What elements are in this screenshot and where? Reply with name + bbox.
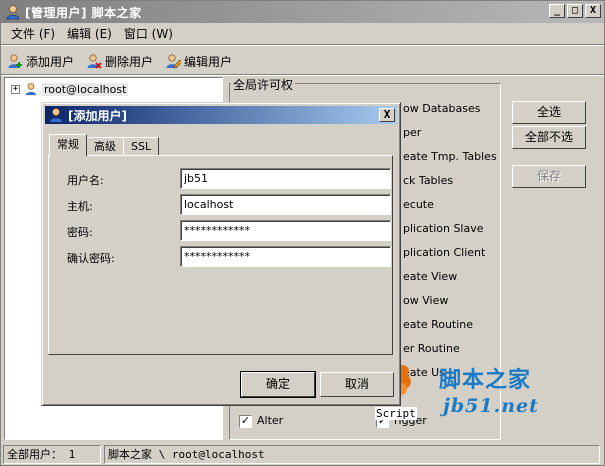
username-field[interactable] <box>180 168 391 189</box>
menu-bar: 文件 (F) 编辑 (E) 窗口 (W) <box>1 23 604 43</box>
privilege-item[interactable]: per <box>403 126 421 139</box>
user-icon <box>50 108 62 122</box>
privilege-item[interactable]: ck Tables <box>403 174 453 187</box>
status-path: 脚本之家 \ root@localhost <box>104 445 600 464</box>
user-icon <box>6 5 20 20</box>
ok-button[interactable]: 确定 <box>240 371 316 398</box>
dialog-title-bar[interactable]: [添加用户] X <box>45 106 397 124</box>
user-icon <box>25 82 37 96</box>
tree-item-root[interactable]: + root@localhost <box>11 82 129 96</box>
cancel-button[interactable]: 取消 <box>320 372 394 397</box>
privilege-item[interactable]: eate Routine <box>403 318 473 331</box>
tab-advanced[interactable]: 高级 <box>86 137 124 156</box>
toolbar: 添加用户 删除用户 编辑用户 <box>1 47 604 75</box>
confirm-password-field[interactable] <box>180 246 391 267</box>
select-all-button[interactable]: 全选 <box>512 101 586 124</box>
edit-user-label: 编辑用户 <box>184 54 233 69</box>
close-button[interactable]: X <box>585 4 601 18</box>
delete-user-button[interactable]: 删除用户 <box>86 53 153 70</box>
menu-separator <box>1 44 604 46</box>
toolbar-separator <box>1 74 604 76</box>
edit-user-button[interactable]: 编辑用户 <box>165 53 232 70</box>
watermark-cn: 脚本之家 <box>439 367 532 393</box>
password-field[interactable] <box>180 220 391 241</box>
expand-icon[interactable]: + <box>11 84 20 94</box>
privilege-item[interactable]: eate Tmp. Tables <box>403 150 497 163</box>
watermark-script: Script <box>375 407 417 420</box>
delete-user-icon <box>87 54 102 69</box>
privilege-item[interactable]: eate View <box>403 270 457 283</box>
watermark-en: jb51.net <box>443 395 539 417</box>
add-user-label: 添加用户 <box>26 54 75 69</box>
title-bar[interactable]: [管理用户] 脚本之家 _ □ X <box>1 1 604 23</box>
tree-item-label: root@localhost <box>42 82 129 96</box>
add-user-icon <box>8 54 22 68</box>
menu-file[interactable]: 文件 (F) <box>5 25 61 42</box>
privilege-item[interactable]: er Routine <box>403 342 460 355</box>
menu-edit[interactable]: 编辑 (E) <box>61 25 118 42</box>
privilege-item[interactable]: ow Databases <box>403 102 480 115</box>
privilege-item[interactable]: plication Slave <box>403 222 484 235</box>
username-label: 用户名: <box>67 174 104 187</box>
privilege-item[interactable]: ecute <box>403 198 434 211</box>
save-button[interactable]: 保存 <box>512 165 586 188</box>
watermark: 脚本之家 jb51.net Script <box>373 359 563 421</box>
maximize-button[interactable]: □ <box>567 4 583 18</box>
menu-window[interactable]: 窗口 (W) <box>118 25 179 42</box>
add-user-dialog: [添加用户] X 常规 高级 SSL 用户名: 主机: 密码: 确认密码: 确定… <box>41 102 401 406</box>
tab-general[interactable]: 常规 <box>49 134 87 156</box>
minimize-button[interactable]: _ <box>549 4 565 18</box>
privileges-legend: 全局许可权 <box>231 76 296 93</box>
password-label: 密码: <box>67 226 93 239</box>
status-bar: 全部用户： 1 脚本之家 \ root@localhost <box>1 444 604 465</box>
tab-panel-general: 用户名: 主机: 密码: 确认密码: <box>48 155 393 355</box>
host-field[interactable] <box>180 194 391 215</box>
dialog-close-button[interactable]: X <box>379 108 395 122</box>
host-label: 主机: <box>67 200 93 213</box>
privilege-item[interactable]: plication Client <box>403 246 485 259</box>
dialog-title: [添加用户] <box>68 108 127 123</box>
dialog-tabs: 常规 高级 SSL <box>49 134 160 156</box>
edit-user-icon <box>166 54 182 69</box>
add-user-button[interactable]: 添加用户 <box>7 53 74 70</box>
privilege-item[interactable]: ow View <box>403 294 448 307</box>
status-total-users: 全部用户： 1 <box>3 445 101 464</box>
alter-checkbox[interactable]: ✓ <box>239 415 252 428</box>
select-none-button[interactable]: 全部不选 <box>512 126 586 149</box>
window-title: [管理用户] 脚本之家 <box>25 5 142 20</box>
delete-user-label: 删除用户 <box>105 54 154 69</box>
alter-label: Alter <box>257 414 284 427</box>
tab-ssl[interactable]: SSL <box>123 137 160 156</box>
confirm-password-label: 确认密码: <box>67 252 115 265</box>
